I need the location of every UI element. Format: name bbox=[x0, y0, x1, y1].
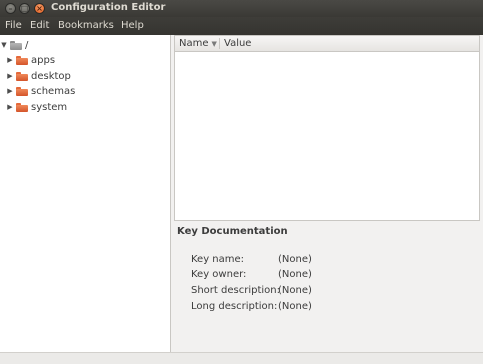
long-description-label: Long description: bbox=[191, 301, 278, 312]
tree-item-desktop[interactable]: ▶ desktop bbox=[6, 69, 71, 83]
key-list-header: Name ▼ Value bbox=[175, 36, 479, 52]
menu-bar: File Edit Bookmarks Help bbox=[0, 17, 483, 35]
expand-triangle-icon[interactable]: ▶ bbox=[6, 103, 14, 111]
column-separator[interactable] bbox=[219, 38, 220, 49]
folder-icon bbox=[16, 102, 28, 112]
minimize-button[interactable]: – bbox=[5, 3, 16, 14]
sort-descending-icon: ▼ bbox=[211, 40, 217, 48]
tree-item-label: schemas bbox=[31, 85, 76, 97]
menu-edit[interactable]: Edit bbox=[30, 20, 49, 31]
menu-file[interactable]: File bbox=[5, 20, 22, 31]
key-name-label: Key name: bbox=[191, 254, 245, 265]
key-name-value: (None) bbox=[278, 254, 312, 265]
configuration-editor-window: – □ × Configuration Editor File Edit Boo… bbox=[0, 0, 483, 364]
menu-bookmarks[interactable]: Bookmarks bbox=[58, 20, 114, 31]
maximize-icon: □ bbox=[20, 3, 29, 13]
minimize-icon: – bbox=[8, 3, 13, 13]
key-owner-value: (None) bbox=[278, 269, 312, 280]
folder-icon bbox=[10, 40, 22, 50]
column-header-value[interactable]: Value bbox=[224, 38, 251, 49]
window-bottom-edge bbox=[0, 352, 483, 364]
maximize-button[interactable]: □ bbox=[19, 3, 30, 14]
tree-item-label: apps bbox=[31, 54, 56, 66]
folder-icon bbox=[16, 55, 28, 65]
column-header-label: Name bbox=[179, 38, 209, 49]
close-icon: × bbox=[36, 3, 43, 13]
key-owner-label: Key owner: bbox=[191, 269, 247, 280]
tree-item-root[interactable]: ▼ / bbox=[0, 38, 28, 52]
short-description-value: (None) bbox=[278, 285, 312, 296]
tree-item-apps[interactable]: ▶ apps bbox=[6, 53, 55, 67]
close-button[interactable]: × bbox=[34, 3, 45, 14]
folder-icon bbox=[16, 86, 28, 96]
short-description-label: Short description: bbox=[191, 285, 280, 296]
expand-triangle-icon[interactable]: ▶ bbox=[6, 56, 14, 64]
tree-item-label: desktop bbox=[31, 70, 71, 82]
tree-item-label: system bbox=[31, 101, 68, 113]
expand-triangle-icon[interactable]: ▶ bbox=[6, 87, 14, 95]
menu-help[interactable]: Help bbox=[121, 20, 144, 31]
key-documentation-title: Key Documentation bbox=[177, 226, 288, 237]
long-description-value: (None) bbox=[278, 301, 312, 312]
key-list[interactable]: Name ▼ Value bbox=[174, 35, 480, 221]
tree-item-system[interactable]: ▶ system bbox=[6, 100, 67, 114]
key-documentation-panel: Key Documentation Key name: (None) Key o… bbox=[174, 221, 480, 352]
expanded-triangle-icon[interactable]: ▼ bbox=[0, 41, 8, 49]
title-bar[interactable]: – □ × Configuration Editor bbox=[0, 0, 483, 17]
expand-triangle-icon[interactable]: ▶ bbox=[6, 72, 14, 80]
tree-item-schemas[interactable]: ▶ schemas bbox=[6, 84, 75, 98]
folder-icon bbox=[16, 71, 28, 81]
directory-tree[interactable]: ▼ / ▶ apps ▶ desktop ▶ schemas ▶ system bbox=[0, 35, 171, 352]
window-title: Configuration Editor bbox=[51, 2, 166, 13]
tree-item-label: / bbox=[25, 39, 29, 51]
column-header-name[interactable]: Name ▼ bbox=[179, 38, 217, 49]
